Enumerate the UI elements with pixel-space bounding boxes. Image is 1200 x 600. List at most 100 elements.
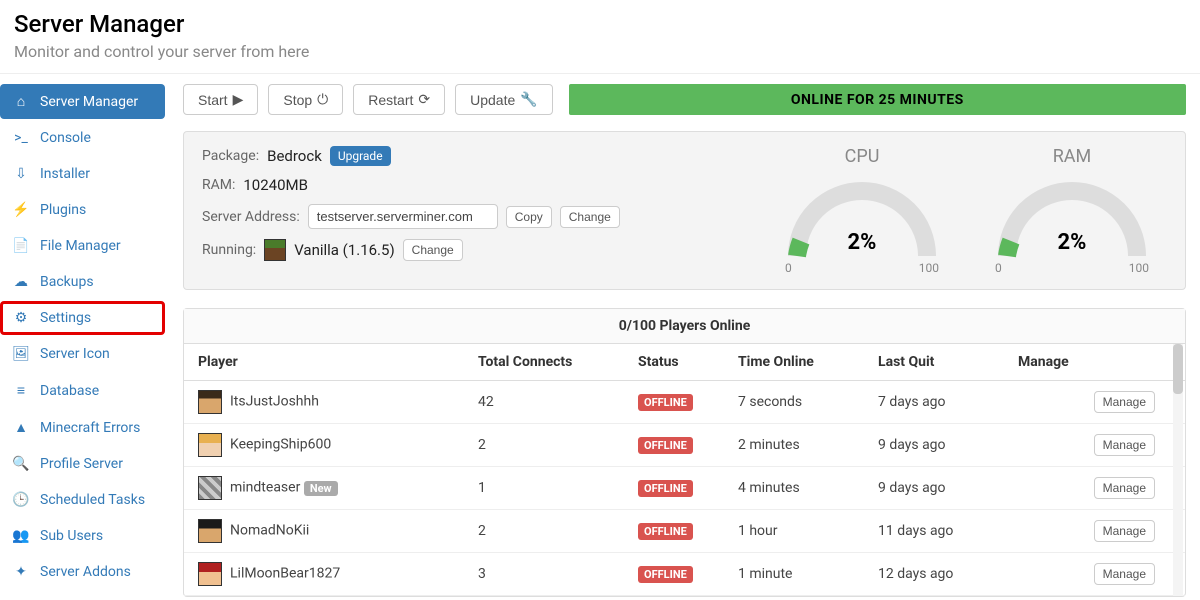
page-header: Server Manager Monitor and control your … bbox=[0, 0, 1200, 74]
player-time: 1 hour bbox=[724, 510, 864, 553]
manage-button[interactable]: Manage bbox=[1094, 563, 1155, 585]
plug-icon: ⚡ bbox=[12, 202, 30, 218]
manage-button[interactable]: Manage bbox=[1094, 434, 1155, 456]
sidebar-item-label: Console bbox=[40, 130, 91, 146]
sidebar-item-console[interactable]: >_ Console bbox=[0, 121, 165, 155]
player-connects: 2 bbox=[464, 510, 624, 553]
player-last: 11 days ago bbox=[864, 510, 1004, 553]
cloud-icon: ☁ bbox=[12, 274, 30, 290]
sidebar-item-scheduled-tasks[interactable]: 🕒Scheduled Tasks bbox=[0, 483, 165, 517]
manage-button[interactable]: Manage bbox=[1094, 391, 1155, 413]
manage-button[interactable]: Manage bbox=[1094, 520, 1155, 542]
ram-label: RAM: bbox=[202, 177, 235, 193]
col-last: Last Quit bbox=[864, 344, 1004, 381]
running-value: Vanilla (1.16.5) bbox=[294, 241, 394, 259]
upgrade-button[interactable]: Upgrade bbox=[330, 146, 391, 166]
scroll-thumb[interactable] bbox=[1173, 344, 1183, 394]
manage-button[interactable]: Manage bbox=[1094, 477, 1155, 499]
restart-button[interactable]: Restart ⟳ bbox=[353, 84, 445, 115]
ram-pct: 2% bbox=[987, 230, 1157, 255]
player-name: NomadNoKii bbox=[230, 523, 309, 539]
player-time: 2 minutes bbox=[724, 424, 864, 467]
change-address-button[interactable]: Change bbox=[560, 206, 620, 228]
stop-button[interactable]: Stop ⏻ bbox=[268, 84, 343, 115]
player-name: mindteaser bbox=[230, 480, 300, 496]
player-time: 7 seconds bbox=[724, 381, 864, 424]
player-last: 7 days ago bbox=[864, 381, 1004, 424]
sidebar-item-file-manager[interactable]: 📄File Manager bbox=[0, 229, 165, 263]
sidebar-item-label: Settings bbox=[40, 310, 91, 326]
copy-button[interactable]: Copy bbox=[506, 206, 552, 228]
new-badge: New bbox=[304, 481, 338, 496]
change-version-button[interactable]: Change bbox=[403, 239, 463, 261]
ram-gauge-title: RAM bbox=[987, 146, 1157, 167]
cpu-gauge: CPU 2% 0100 bbox=[777, 146, 947, 275]
player-connects: 3 bbox=[464, 553, 624, 596]
cpu-pct: 2% bbox=[777, 230, 947, 255]
wrench-icon: 🔧 bbox=[520, 91, 537, 108]
sidebar-item-label: Sub Users bbox=[40, 528, 103, 544]
col-status: Status bbox=[624, 344, 724, 381]
gear-icon: ⚙ bbox=[12, 310, 30, 326]
sidebar-item-label: Installer bbox=[40, 166, 90, 182]
status-badge: OFFLINE bbox=[638, 523, 693, 540]
sidebar-item-server-addons[interactable]: ✦ Server Addons bbox=[0, 555, 165, 589]
home-icon: ⌂ bbox=[12, 93, 30, 110]
sidebar-item-backups[interactable]: ☁Backups bbox=[0, 265, 165, 299]
avatar bbox=[198, 519, 222, 543]
cpu-gauge-title: CPU bbox=[777, 146, 947, 167]
avatar bbox=[198, 390, 222, 414]
player-connects: 1 bbox=[464, 467, 624, 510]
ram-value: 10240MB bbox=[243, 176, 308, 194]
scrollbar[interactable] bbox=[1173, 344, 1183, 596]
play-icon: ▶ bbox=[233, 91, 244, 108]
sidebar-item-minecraft-errors[interactable]: ▲Minecraft Errors bbox=[0, 410, 165, 445]
update-button[interactable]: Update 🔧 bbox=[455, 84, 553, 115]
sidebar-item-label: Scheduled Tasks bbox=[40, 492, 145, 508]
download-icon: ⇩ bbox=[12, 166, 30, 182]
page-subtitle: Monitor and control your server from her… bbox=[14, 42, 1186, 61]
status-badge: OFFLINE bbox=[638, 437, 693, 454]
avatar bbox=[198, 433, 222, 457]
users-icon: 👥 bbox=[12, 528, 30, 544]
sidebar-item-installer[interactable]: ⇩ Installer bbox=[0, 157, 165, 191]
sidebar-item-label: Server Icon bbox=[40, 346, 110, 362]
start-button[interactable]: Start ▶ bbox=[183, 84, 258, 115]
sidebar-item-sub-users[interactable]: 👥 Sub Users bbox=[0, 519, 165, 553]
player-last: 9 days ago bbox=[864, 424, 1004, 467]
sidebar-item-label: Server Manager bbox=[40, 94, 138, 110]
player-time: 1 minute bbox=[724, 553, 864, 596]
package-label: Package: bbox=[202, 148, 259, 164]
terminal-icon: >_ bbox=[12, 130, 30, 146]
database-icon: ≡ bbox=[12, 382, 30, 399]
status-badge: OFFLINE bbox=[638, 566, 693, 583]
sidebar-item-label: File Manager bbox=[40, 238, 121, 254]
sidebar-item-server-manager[interactable]: ⌂ Server Manager bbox=[0, 84, 165, 119]
sidebar-item-label: Server Addons bbox=[40, 564, 131, 580]
player-last: 12 days ago bbox=[864, 553, 1004, 596]
col-time: Time Online bbox=[724, 344, 864, 381]
player-name: ItsJustJoshhh bbox=[230, 394, 319, 410]
puzzle-icon: ✦ bbox=[12, 564, 30, 580]
address-label: Server Address: bbox=[202, 209, 300, 225]
player-connects: 42 bbox=[464, 381, 624, 424]
minecraft-icon bbox=[264, 239, 286, 261]
player-name: LilMoonBear1827 bbox=[230, 566, 340, 582]
sidebar-item-settings[interactable]: ⚙ Settings bbox=[0, 301, 165, 335]
sidebar-item-label: Plugins bbox=[40, 202, 86, 218]
player-last: 9 days ago bbox=[864, 467, 1004, 510]
package-value: Bedrock bbox=[267, 147, 322, 165]
sidebar-item-profile-server[interactable]: 🔍Profile Server bbox=[0, 447, 165, 481]
address-input[interactable] bbox=[308, 204, 498, 229]
status-badge: OFFLINE bbox=[638, 394, 693, 411]
power-icon: ⏻ bbox=[317, 91, 328, 108]
page-title: Server Manager bbox=[14, 10, 1186, 38]
sidebar-item-plugins[interactable]: ⚡ Plugins bbox=[0, 193, 165, 227]
server-controls: Start ▶ Stop ⏻ Restart ⟳ Update 🔧 bbox=[183, 84, 553, 115]
player-time: 4 minutes bbox=[724, 467, 864, 510]
table-row: LilMoonBear1827 3 OFFLINE 1 minute12 days a… bbox=[184, 553, 1185, 596]
sidebar-item-database[interactable]: ≡Database bbox=[0, 373, 165, 408]
sidebar-item-label: Minecraft Errors bbox=[40, 420, 140, 436]
sidebar-item-server-icon[interactable]: 🖼Server Icon bbox=[0, 337, 165, 371]
player-connects: 2 bbox=[464, 424, 624, 467]
